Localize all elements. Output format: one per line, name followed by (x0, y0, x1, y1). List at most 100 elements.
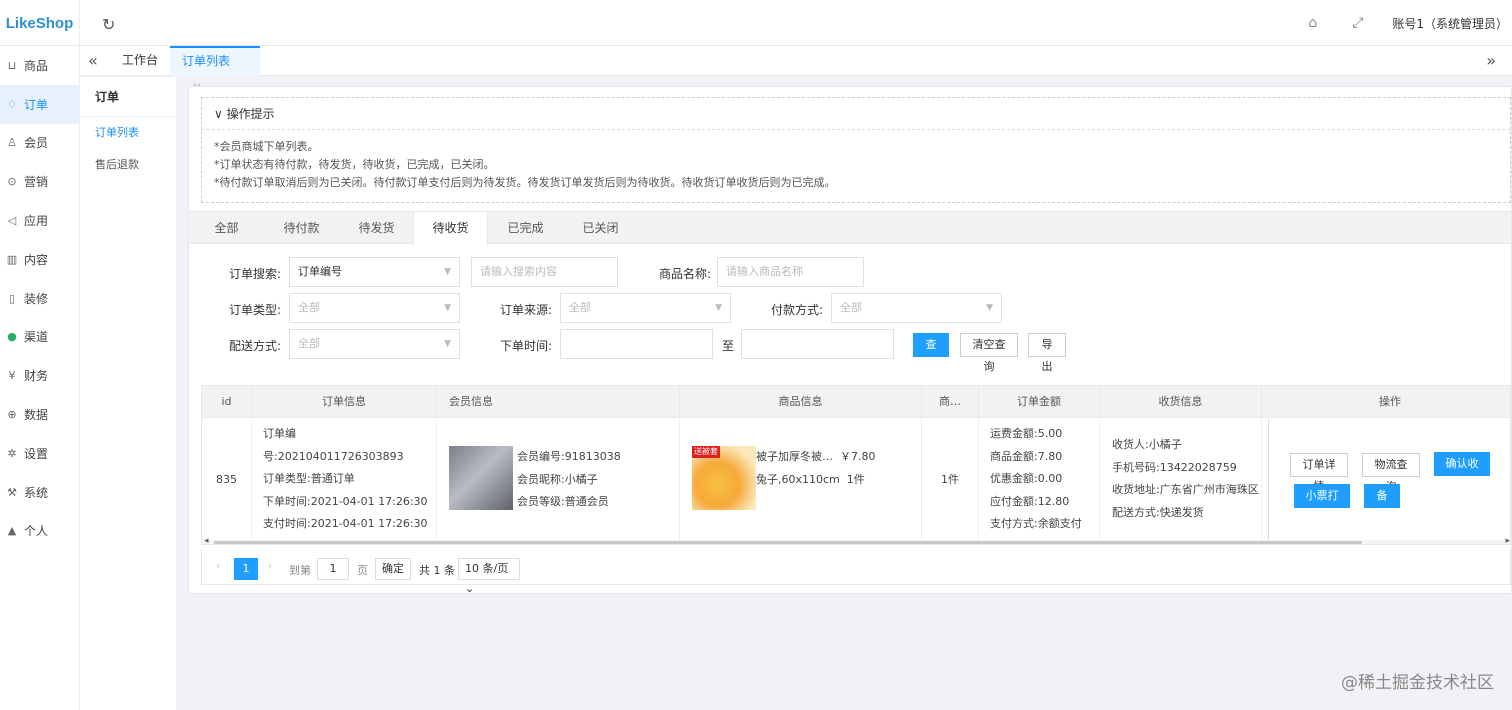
sidebar-item-2[interactable]: ♙ 会员 (0, 124, 79, 163)
tab-closed[interactable]: 已关闭 (563, 212, 638, 245)
app-logo[interactable]: LikeShop (0, 0, 80, 46)
prev-page-icon[interactable]: ‹ (216, 559, 220, 572)
sub-nav-item-refund[interactable]: 售后退款 (80, 149, 176, 181)
tab-pending-payment[interactable]: 待付款 (264, 212, 339, 245)
tab-completed[interactable]: 已完成 (488, 212, 563, 245)
sidebar-item-label: 财务 (24, 369, 49, 384)
tab-pending-receipt[interactable]: 待收货 (413, 212, 488, 246)
chevron-down-icon: ▼ (715, 303, 722, 313)
goto-confirm-button[interactable]: 确定 (375, 558, 411, 580)
sub-nav-item-order-list[interactable]: 订单列表 (80, 117, 176, 149)
pay-method-select[interactable]: 全部 ▼ (831, 293, 1002, 323)
page-size-select[interactable]: 10 条/页 ⌄ (458, 558, 520, 595)
sidebar-item-label: 数据 (24, 408, 49, 423)
receiver-name: 收货人:小橘子 (1112, 438, 1182, 451)
to-label: 至 (722, 339, 735, 353)
sidebar-item-label: 系统 (24, 485, 49, 500)
tag-icon[interactable]: ⌂ (1290, 15, 1335, 31)
scrollbar-thumb[interactable] (214, 541, 1362, 544)
tip-header[interactable]: ∨ 操作提示 (202, 98, 1510, 130)
page-label: 页 (357, 564, 368, 577)
sidebar: ⊔ 商品 ♢ 订单 ♙ 会员 ⊙ 营销 ◁ 应用 ▥ 内容 ▯ 装修 ● 渠道 ¥ 财务 ⊕ 数据 ✲ 设置 ⚒ 系统 ▲ 个人 (0, 46, 80, 710)
tools-icon: ⚒ (7, 485, 17, 499)
remark-button[interactable]: 备注 (1364, 484, 1400, 524)
col-amount: 订单金额 (979, 386, 1100, 418)
tab-workbench[interactable]: 工作台 (110, 46, 170, 76)
sidebar-item-5[interactable]: ▥ 内容 (0, 240, 79, 279)
query-button[interactable]: 查询 (913, 333, 949, 373)
order-number: 订单编号:202104011726303893 (263, 427, 404, 463)
wechat-icon: ● (7, 330, 17, 344)
sidebar-item-0[interactable]: ⊔ 商品 (0, 46, 79, 85)
chevron-down-icon: ▼ (444, 267, 451, 277)
watermark: @稀土掘金技术社区 (1341, 673, 1494, 693)
page-input[interactable]: 1 (317, 558, 349, 580)
page-size-value: 10 条/页 (465, 562, 509, 575)
horizontal-scrollbar[interactable]: ◂ ▸ (202, 536, 1510, 544)
end-time-input[interactable] (741, 329, 894, 359)
goods-amount: 商品金额:7.80 (990, 449, 1063, 463)
sidebar-item-12[interactable]: ▲ 个人 (0, 512, 79, 551)
order-search-select[interactable]: 订单编号 ▼ (289, 257, 460, 287)
account-menu[interactable]: 账号1（系统管理员） (1380, 15, 1512, 32)
box-icon: ⊙ (7, 175, 17, 189)
fullscreen-icon[interactable]: ⤢ (1335, 15, 1380, 31)
person-icon: ▲ (7, 524, 17, 538)
chevron-down-icon: ⌄ (465, 582, 475, 595)
total-count: 共 1 条 (419, 564, 455, 577)
sidebar-item-8[interactable]: ¥ 财务 (0, 356, 79, 395)
sidebar-item-11[interactable]: ⚒ 系统 (0, 473, 79, 512)
sidebar-item-3[interactable]: ⊙ 营销 (0, 162, 79, 201)
order-type-select[interactable]: 全部 ▼ (289, 293, 460, 323)
order-source-select[interactable]: 全部 ▼ (560, 293, 731, 323)
confirm-receipt-button[interactable]: 确认收货 (1434, 452, 1490, 492)
top-right-tools: ⌂ ⤢ 账号1（系统管理员） (1290, 0, 1512, 46)
export-button[interactable]: 导出 (1028, 333, 1066, 373)
tip-box: ∨ 操作提示 *会员商城下单列表。 *订单状态有待付款，待发货，待收货，已完成，… (201, 97, 1511, 203)
sidebar-item-4[interactable]: ◁ 应用 (0, 201, 79, 240)
goto-label: 到第 (289, 564, 311, 577)
sidebar-item-7[interactable]: ● 渠道 (0, 318, 79, 357)
col-qty: 商… (922, 386, 979, 418)
scroll-right-icon[interactable]: ▸ (1505, 536, 1510, 544)
tabs-scroll-left-icon[interactable]: « (88, 51, 98, 70)
next-page-icon[interactable]: › (268, 559, 272, 572)
delivery-select[interactable]: 全部 ▼ (289, 329, 460, 359)
main-panel: ∨ 操作提示 *会员商城下单列表。 *订单状态有待付款，待发货，待收货，已完成，… (188, 86, 1512, 595)
page-button-current[interactable]: 1 (234, 558, 258, 580)
order-detail-button[interactable]: 订单详情 (1290, 453, 1348, 493)
sidebar-item-10[interactable]: ✲ 设置 (0, 434, 79, 473)
tip-line: *会员商城下单列表。 (214, 140, 319, 153)
tab-pending-shipment[interactable]: 待发货 (339, 212, 414, 245)
chevron-down-icon: ∨ (214, 107, 223, 121)
clear-query-button[interactable]: 清空查询 (960, 333, 1018, 373)
goods-price: ￥7.80 (840, 450, 876, 463)
order-type: 订单类型:普通订单 (263, 472, 355, 485)
sidebar-item-6[interactable]: ▯ 装修 (0, 279, 79, 318)
order-search-label: 订单搜索: (229, 267, 282, 281)
scroll-left-icon[interactable]: ◂ (204, 536, 209, 544)
sub-nav: 订单 订单列表 售后退款 (80, 77, 176, 710)
delivery-value: 全部 (298, 337, 320, 350)
tab-all[interactable]: 全部 (189, 212, 264, 245)
tab-order-list[interactable]: 订单列表× (170, 46, 260, 94)
goods-name-input[interactable]: 请输入商品名称 (717, 257, 864, 287)
sidebar-item-label: 设置 (24, 446, 49, 461)
page-tabs-bar: « 工作台 订单列表× » (80, 46, 1512, 94)
chevron-down-icon: ▼ (444, 339, 451, 349)
goods-tag: 送被套 (692, 446, 720, 458)
refresh-icon[interactable]: ↻ (102, 15, 115, 34)
delivery-label: 配送方式: (229, 339, 282, 353)
member-nickname: 会员昵称:小橘子 (517, 472, 598, 486)
logistics-button[interactable]: 物流查询 (1362, 453, 1420, 493)
sidebar-item-1[interactable]: ♢ 订单 (0, 84, 79, 124)
order-type-value: 全部 (298, 301, 320, 314)
sidebar-item-label: 订单 (24, 97, 49, 112)
search-input[interactable]: 请输入搜索内容 (471, 257, 618, 287)
mobile-icon: ▯ (8, 291, 16, 305)
print-receipt-button[interactable]: 小票打印 (1294, 484, 1350, 524)
tabs-scroll-right-icon[interactable]: » (1486, 51, 1496, 70)
start-time-input[interactable] (560, 329, 713, 359)
sidebar-item-9[interactable]: ⊕ 数据 (0, 395, 79, 434)
goods-name[interactable]: 被子加厚冬被… (756, 450, 833, 463)
